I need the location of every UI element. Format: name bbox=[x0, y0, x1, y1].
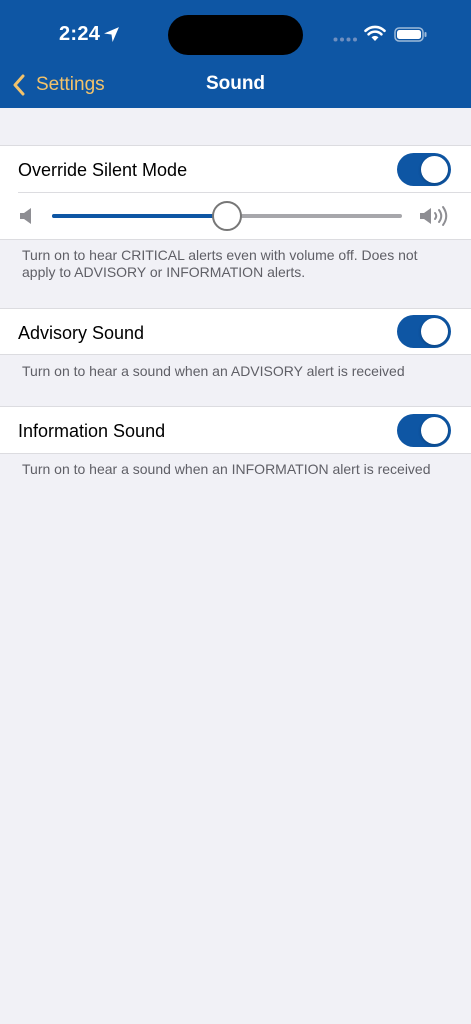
location-arrow-icon bbox=[104, 27, 119, 42]
speaker-high-icon bbox=[420, 206, 448, 226]
wifi-icon bbox=[364, 25, 386, 41]
battery-icon bbox=[394, 27, 427, 42]
override-footnote: Turn on to hear CRITICAL alerts even wit… bbox=[22, 247, 418, 280]
navigation-header: 2:24 Settings Sound bbox=[0, 0, 471, 108]
information-sound-row: Information Sound bbox=[0, 406, 471, 454]
advisory-sound-toggle[interactable] bbox=[397, 315, 451, 348]
dynamic-island bbox=[168, 15, 303, 55]
override-silent-mode-label: Override Silent Mode bbox=[18, 160, 188, 180]
volume-slider[interactable] bbox=[52, 201, 402, 231]
information-footnote: Turn on to hear a sound when an INFORMAT… bbox=[22, 461, 431, 477]
advisory-sound-label: Advisory Sound bbox=[18, 323, 145, 343]
toggle-knob bbox=[421, 318, 448, 345]
toggle-knob bbox=[421, 156, 448, 183]
speaker-low-icon bbox=[20, 208, 31, 224]
volume-slider-thumb[interactable] bbox=[212, 201, 242, 231]
information-sound-toggle[interactable] bbox=[397, 414, 451, 447]
row-divider bbox=[18, 192, 471, 193]
signal-dots-icon bbox=[333, 37, 357, 42]
page-title: Sound bbox=[205, 73, 266, 94]
advisory-sound-row: Advisory Sound bbox=[0, 308, 471, 355]
information-sound-label: Information Sound bbox=[18, 421, 166, 441]
override-silent-mode-toggle[interactable] bbox=[397, 153, 451, 186]
status-time: 2:24 bbox=[59, 23, 101, 45]
toggle-knob bbox=[421, 417, 448, 444]
override-silent-mode-row: Override Silent Mode bbox=[0, 145, 471, 240]
advisory-footnote: Turn on to hear a sound when an ADVISORY… bbox=[22, 363, 405, 379]
volume-slider-fill bbox=[52, 214, 227, 218]
